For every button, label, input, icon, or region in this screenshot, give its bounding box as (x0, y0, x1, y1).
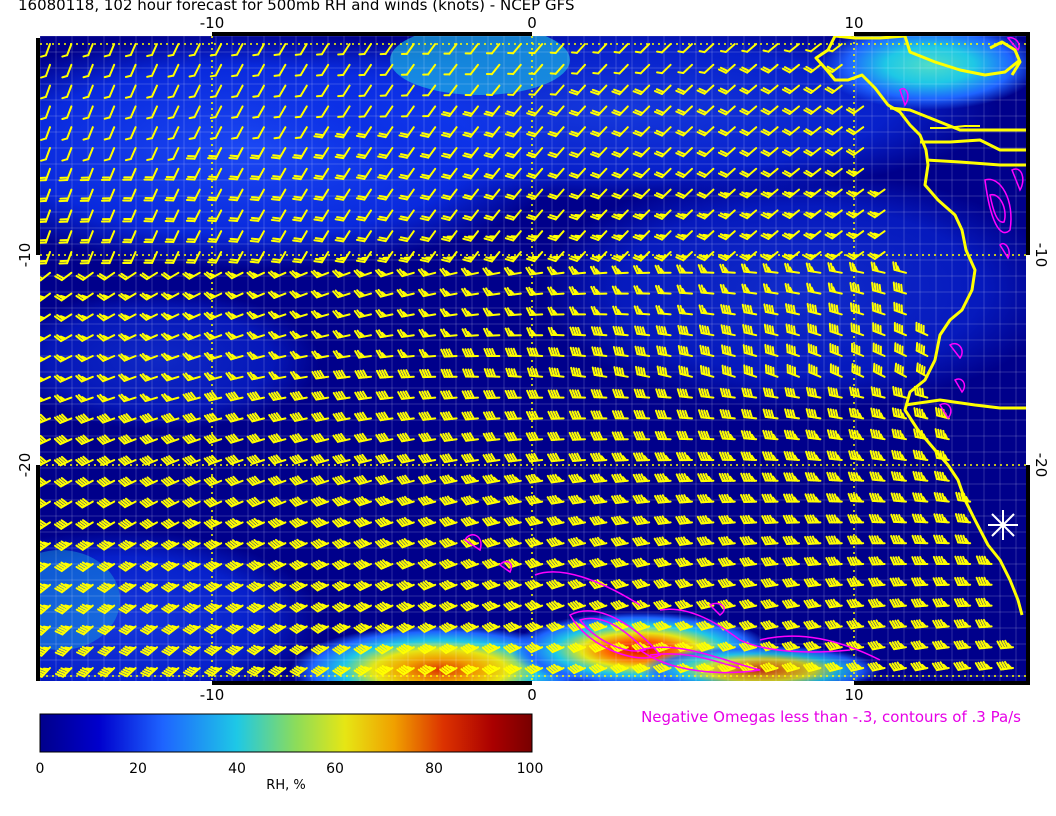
frame-tick-gap (36, 681, 212, 687)
colorbar-label: RH, % (266, 778, 305, 793)
omega-legend-note: Negative Omegas less than -.3, contours … (641, 708, 1021, 726)
x-tick-bottom: 0 (527, 686, 537, 704)
x-tick-bottom: -10 (200, 686, 225, 704)
white-star-marker-icon (988, 510, 1018, 540)
x-tick-top: 10 (844, 14, 863, 32)
colorbar-tick: 20 (129, 761, 147, 777)
weather-map: -10 0 10 -10 0 10 -10 -20 -10 -20 0 20 4… (16, 14, 1050, 793)
colorbar-tick: 60 (326, 761, 344, 777)
colorbar-tick: 0 (36, 761, 45, 777)
y-tick-right: -20 (1032, 453, 1050, 478)
colorbar: 0 20 40 60 80 100 RH, % (36, 713, 544, 793)
map-plot-area (40, 36, 1026, 681)
y-tick-left: -10 (16, 243, 34, 268)
y-tick-left: -20 (16, 453, 34, 478)
x-tick-top: -10 (200, 14, 225, 32)
colorbar-bar (39, 713, 533, 753)
colorbar-tick: 40 (228, 761, 246, 777)
frame-tick-gap (532, 681, 854, 687)
colorbar-tick: 80 (425, 761, 443, 777)
x-tick-bottom: 10 (844, 686, 863, 704)
colorbar-tick: 100 (517, 761, 544, 777)
x-tick-top: 0 (527, 14, 537, 32)
y-tick-right: -10 (1032, 243, 1050, 268)
